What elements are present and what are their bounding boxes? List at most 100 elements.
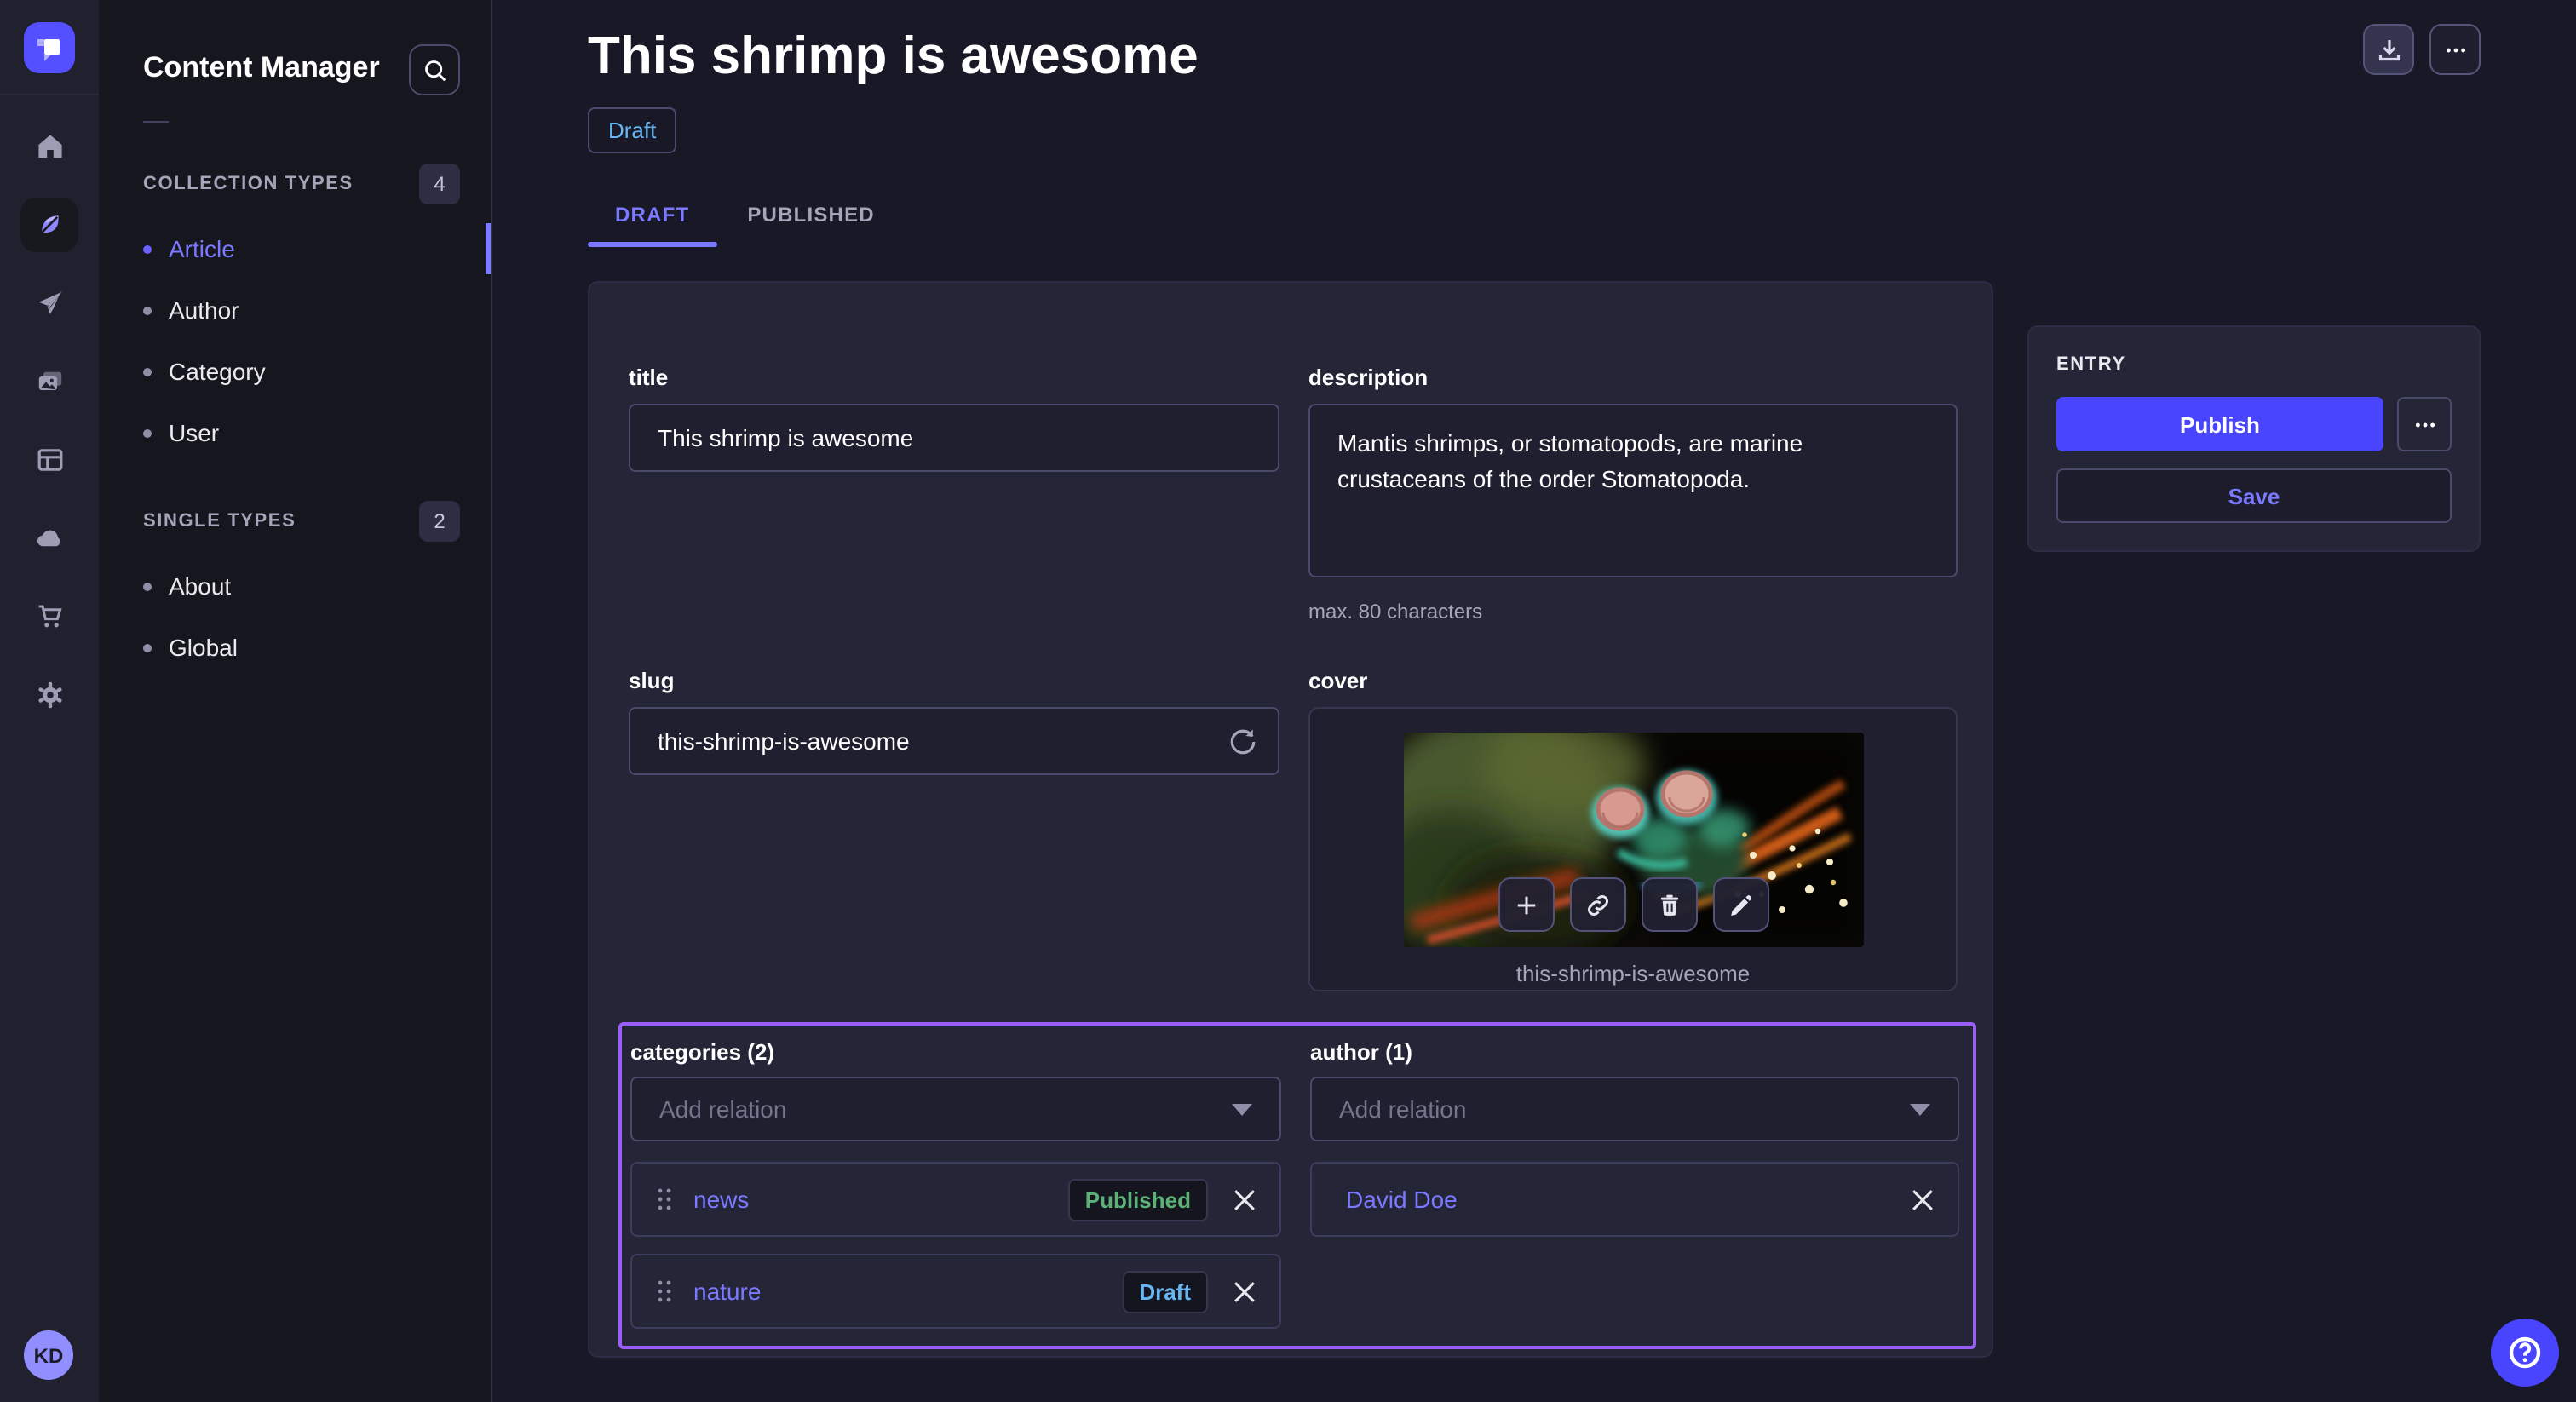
plus-icon (1513, 892, 1538, 917)
edit-asset-button[interactable] (1712, 877, 1768, 932)
rail-divider (0, 94, 99, 95)
cover-asset-card: this-shrimp-is-awesome (1308, 707, 1958, 991)
link-icon (1584, 892, 1610, 917)
author-field: author (1) Add relation David Doe (1310, 1039, 1959, 1329)
single-types-label: SINGLE TYPES (143, 511, 296, 531)
cover-caption: this-shrimp-is-awesome (1310, 961, 1956, 986)
relation-link[interactable]: news (693, 1186, 749, 1213)
status-badge: Draft (1122, 1270, 1208, 1313)
regenerate-slug-button[interactable] (1225, 724, 1259, 758)
tab-draft[interactable]: DRAFT (588, 203, 716, 247)
single-types-count-badge: 2 (419, 501, 460, 542)
sidebar-item-global[interactable]: Global (99, 617, 491, 678)
search-icon (422, 57, 447, 83)
page-header: This shrimp is awesome (588, 27, 2481, 85)
sidebar-item-content-type-builder[interactable] (20, 433, 78, 487)
paper-plane-icon (35, 290, 64, 317)
cover-actions (1498, 877, 1768, 932)
sidebar-item-category[interactable]: Category (99, 341, 491, 402)
close-icon (1233, 1280, 1256, 1302)
author-add-relation-combobox[interactable]: Add relation (1310, 1077, 1959, 1141)
header-actions (2363, 24, 2481, 75)
single-types-list: About Global (99, 555, 491, 678)
drag-handle-icon[interactable] (656, 1186, 673, 1213)
relation-link[interactable]: nature (693, 1278, 761, 1305)
remove-relation-button[interactable] (1233, 1280, 1256, 1302)
remove-relation-button[interactable] (1233, 1188, 1256, 1210)
chevron-down-icon (1910, 1103, 1930, 1115)
add-asset-button[interactable] (1498, 877, 1554, 932)
save-button[interactable]: Save (2056, 468, 2452, 523)
entry-panel-label: ENTRY (2056, 354, 2452, 375)
delete-asset-button[interactable] (1641, 877, 1697, 932)
rail-menu (0, 119, 99, 722)
trash-icon (1656, 892, 1682, 917)
slug-field: slug (629, 668, 1279, 991)
sidebar-item-label: About (169, 572, 231, 600)
cover-field-label: cover (1308, 668, 1958, 693)
sidebar-item-content-manager[interactable] (20, 198, 78, 252)
cover-field: cover (1308, 668, 1958, 991)
sidebar-item-article[interactable]: Article (99, 218, 491, 279)
copy-link-button[interactable] (1569, 877, 1625, 932)
export-button[interactable] (2363, 24, 2414, 75)
sidebar-item-about[interactable]: About (99, 555, 491, 617)
sidebar-item-settings[interactable] (20, 668, 78, 722)
relation-item-nature: nature Draft (630, 1254, 1281, 1329)
sidebar-item-deploy[interactable] (20, 511, 78, 566)
media-gallery-icon (35, 368, 64, 395)
entry-panel: ENTRY Publish Save (2027, 325, 2481, 552)
more-options-icon (2442, 37, 2468, 62)
sidebar-item-author[interactable]: Author (99, 279, 491, 341)
help-button[interactable] (2491, 1319, 2559, 1387)
drag-handle-icon[interactable] (656, 1278, 673, 1305)
author-field-label: author (1) (1310, 1039, 1959, 1065)
slug-input[interactable] (629, 707, 1279, 775)
search-button[interactable] (409, 44, 460, 95)
sidebar-item-media-library[interactable] (20, 354, 78, 409)
bullet-icon (143, 582, 152, 590)
sidebar-item-label: Author (169, 296, 239, 324)
more-actions-button[interactable] (2429, 24, 2481, 75)
chevron-down-icon (1232, 1103, 1252, 1115)
collection-types-section: COLLECTION TYPES 4 Article Author Catego… (99, 164, 491, 463)
publish-button[interactable]: Publish (2056, 397, 2383, 451)
version-tabs: DRAFT PUBLISHED (588, 203, 2481, 247)
description-hint: max. 80 characters (1308, 600, 1958, 623)
subnav-title: Content Manager (143, 51, 380, 85)
bullet-icon (143, 428, 152, 437)
collection-types-label: COLLECTION TYPES (143, 174, 354, 194)
collection-types-list: Article Author Category User (99, 218, 491, 463)
strapi-app: KD Content Manager COLLECTION TYPES 4 Ar… (0, 0, 2576, 1402)
download-icon (2376, 37, 2401, 62)
sidebar-item-home[interactable] (20, 119, 78, 174)
close-icon (1233, 1188, 1256, 1210)
status-badge: Published (1068, 1178, 1208, 1221)
sidebar-item-user[interactable]: User (99, 402, 491, 463)
entry-more-button[interactable] (2397, 397, 2452, 451)
sidebar-item-marketplace[interactable] (20, 589, 78, 644)
relation-item-news: news Published (630, 1162, 1281, 1237)
question-circle-icon (2506, 1334, 2544, 1371)
remove-relation-button[interactable] (1912, 1188, 1934, 1210)
single-types-section: SINGLE TYPES 2 About Global (99, 501, 491, 678)
relation-link[interactable]: David Doe (1346, 1186, 1458, 1213)
page-title: This shrimp is awesome (588, 27, 1199, 85)
title-input[interactable] (629, 404, 1279, 472)
strapi-logo[interactable] (24, 22, 75, 73)
avatar-initials: KD (34, 1343, 64, 1367)
sidebar-item-label: Category (169, 358, 266, 385)
avatar[interactable]: KD (24, 1330, 73, 1380)
edit-form-card: title description Mantis shrimps, or sto… (588, 281, 1993, 1358)
tab-published[interactable]: PUBLISHED (716, 203, 906, 247)
sidebar-item-transfer[interactable] (20, 276, 78, 330)
categories-relation-list: news Published (630, 1162, 1281, 1329)
categories-add-relation-combobox[interactable]: Add relation (630, 1077, 1281, 1141)
pencil-icon (1728, 892, 1753, 917)
bullet-icon (143, 306, 152, 314)
description-field-label: description (1308, 365, 1958, 390)
main-content: This shrimp is awesome (491, 0, 2576, 1402)
description-textarea[interactable]: Mantis shrimps, or stomatopods, are mari… (1308, 404, 1958, 577)
shopping-cart-icon (35, 603, 64, 630)
categories-placeholder: Add relation (659, 1095, 786, 1123)
